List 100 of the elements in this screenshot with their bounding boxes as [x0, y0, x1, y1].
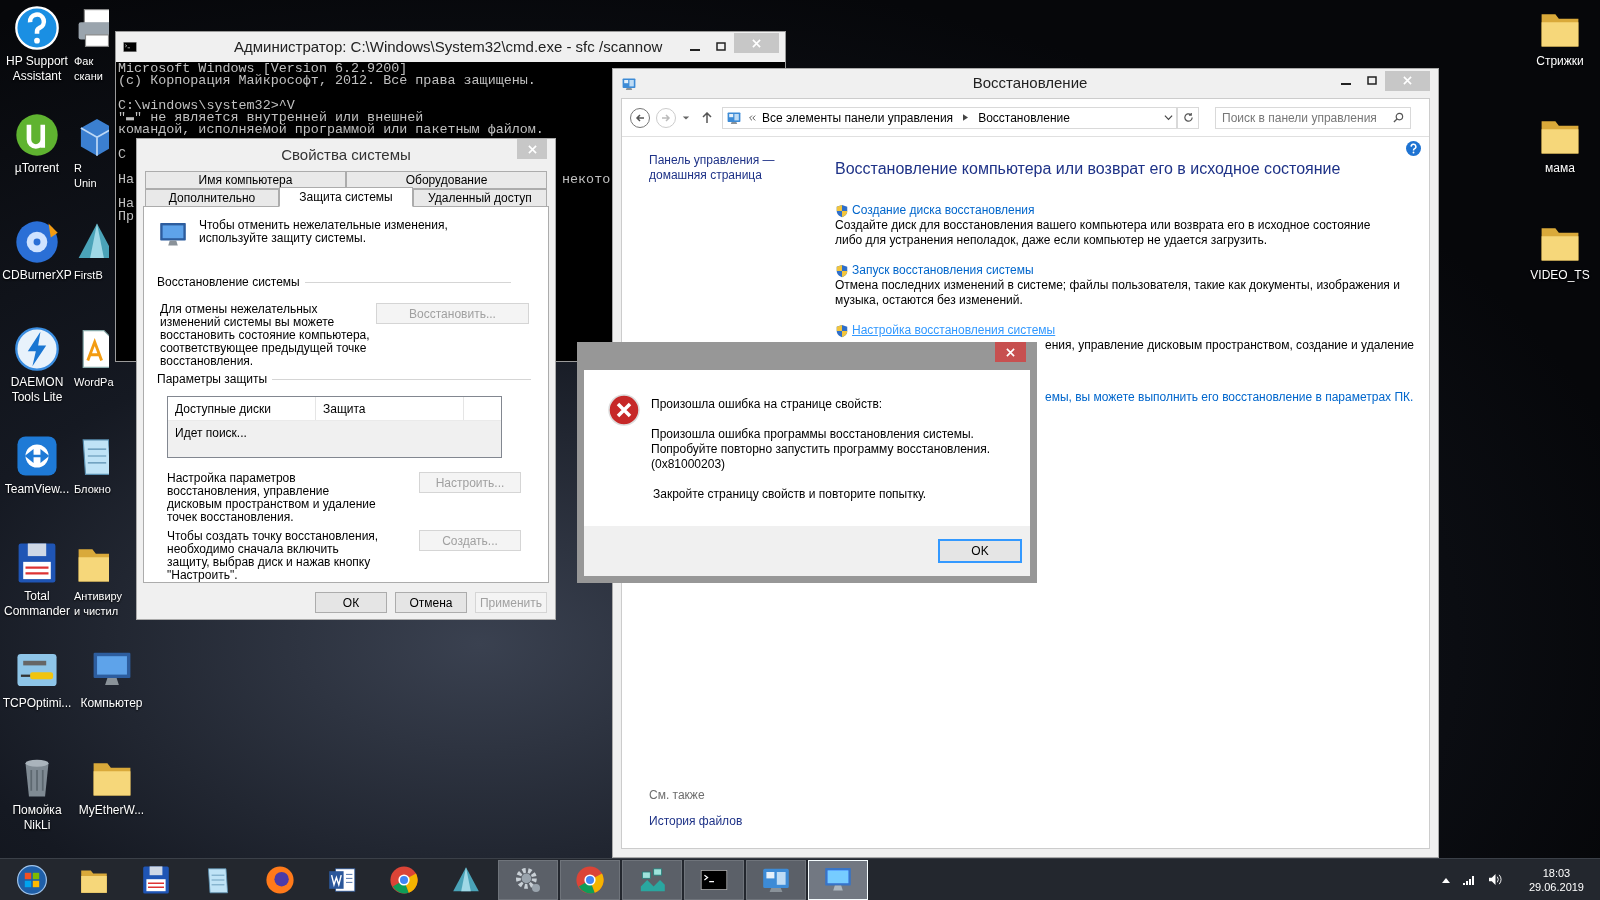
- double-chevron-icon: [748, 113, 756, 122]
- page-heading: Восстановление компьютера или возврат его в исходное состояние: [835, 159, 1342, 179]
- desktop-shortcut[interactable]: TeamView...: [0, 433, 74, 497]
- tab[interactable]: Дополнительно: [145, 189, 279, 207]
- remote-arrows-icon: [14, 433, 60, 479]
- group-title: Восстановление системы: [157, 274, 300, 291]
- browser-icon: [574, 863, 606, 896]
- breadcrumb-arrow-icon: [963, 114, 969, 121]
- control-panel-icon: [621, 75, 637, 92]
- desktop-shortcut[interactable]: µTorrent: [0, 112, 74, 176]
- close-icon: [752, 38, 761, 48]
- console-line: С: [118, 147, 127, 163]
- close-icon: [527, 144, 537, 154]
- desktop-shortcut[interactable]: Фак скани: [74, 5, 109, 84]
- task-link[interactable]: Запуск восстановления системы: [852, 263, 1034, 278]
- intro-text: Чтобы отменить нежелательные изменения, используйте защиту системы.: [199, 219, 449, 245]
- desktop-shortcut[interactable]: MyEtherW...: [74, 754, 149, 818]
- window-title: Свойства системы: [281, 144, 411, 165]
- search-field[interactable]: Поиск в панели управления: [1215, 106, 1411, 129]
- sidebar-link[interactable]: Панель управления — домашняя страница: [649, 153, 784, 183]
- console-line: некото: [562, 173, 611, 186]
- tab[interactable]: Защита системы: [279, 187, 413, 207]
- tab[interactable]: Оборудование: [346, 171, 547, 189]
- shield-icon: [835, 263, 849, 278]
- browser-icon: [388, 863, 420, 896]
- column-header[interactable]: Доступные диски: [168, 397, 316, 420]
- desktop-shortcut[interactable]: Total Commander: [0, 540, 74, 619]
- help-link[interactable]: емы, вы можете выполнить его восстановление в параметрах ПК.: [1045, 390, 1415, 405]
- dialog-button[interactable]: ОК: [315, 592, 387, 613]
- dropdown-caret-icon[interactable]: [682, 113, 690, 122]
- taskbar-button[interactable]: [746, 859, 806, 900]
- task-description: Создайте диск для восстановления вашего компьютера или возврата его в исходное состояние либо для устранения неполадок, даже если компьютер не удается загрузить.: [835, 218, 1372, 248]
- status-text: Идет поиск...: [174, 425, 248, 442]
- see-also-link[interactable]: История файлов: [649, 812, 835, 830]
- desktop-shortcut[interactable]: VIDEO_TS: [1520, 219, 1600, 283]
- close-icon: [1403, 76, 1412, 85]
- task-description: ения, управление дисковым пространством, создание и удаление: [1045, 338, 1415, 353]
- maximize-icon: [716, 42, 726, 52]
- desktop-shortcut[interactable]: FirstB: [74, 219, 109, 283]
- group-text: Для отмены нежелательных изменений системы вы можете восстановить состояние компьютера, соответствующее предыдущей точке восстановления.: [160, 303, 370, 368]
- desktop-shortcut[interactable]: CDBurnerXP: [0, 219, 74, 283]
- window-title: Администратор: C:\Windows\System32\cmd.exe - sfc /scannow: [234, 36, 663, 57]
- taskbar-button[interactable]: [808, 859, 868, 900]
- help-icon[interactable]: [1406, 141, 1421, 156]
- desktop-shortcut[interactable]: WordPa: [74, 326, 114, 390]
- dropdown-chevron-icon[interactable]: [1164, 113, 1173, 122]
- desktop-shortcut[interactable]: R Unin: [74, 112, 109, 191]
- shield-icon: [835, 203, 849, 218]
- up-arrow-icon[interactable]: [702, 111, 712, 124]
- close-button[interactable]: [995, 342, 1026, 362]
- shield-icon: [835, 323, 849, 338]
- taskbar-button[interactable]: [498, 859, 558, 900]
- column-header[interactable]: Защита: [316, 397, 464, 420]
- desktop-shortcut[interactable]: мама: [1520, 112, 1600, 176]
- browser-icon: [264, 863, 296, 896]
- minimize-icon: [690, 49, 700, 51]
- desktop-shortcut[interactable]: Помойка NikLi: [0, 754, 74, 833]
- desktop-shortcut[interactable]: HP Support Assistant: [0, 5, 74, 84]
- back-arrow-icon: [635, 112, 645, 123]
- desktop-shortcut[interactable]: Компьютер: [74, 647, 149, 711]
- breadcrumb[interactable]: Все элементы панели управления: [762, 108, 954, 127]
- desktop-shortcut[interactable]: DAEMON Tools Lite: [0, 326, 74, 405]
- control-panel-icon: [726, 109, 742, 126]
- minimize-icon: [1341, 82, 1351, 85]
- search-icon: [1393, 112, 1404, 123]
- window-title: Восстановление: [972, 73, 1088, 94]
- task-link[interactable]: Создание диска восстановления: [852, 203, 1035, 218]
- search-input[interactable]: Поиск в панели управления: [1222, 108, 1393, 127]
- console-line: командой, исполняемой программой или пакетным файлом.: [118, 122, 544, 138]
- dialog-button[interactable]: Отмена: [395, 592, 467, 613]
- console-line: C:\windows\system32>^V: [118, 97, 295, 113]
- taskbar-button[interactable]: [622, 859, 682, 900]
- console-line: На: [118, 171, 135, 187]
- task-description: Отмена последних изменений в системе; файлы пользователя, такие как документы, изображения и музыка, остаются без изменений.: [835, 278, 1400, 308]
- error-message: Произошла ошибка программы восстановления системы. Попробуйте повторно запустить программу восстановления. (0x81000203): [651, 427, 990, 472]
- tab[interactable]: Имя компьютера: [145, 171, 346, 189]
- ok-button[interactable]: OK: [938, 539, 1022, 563]
- desktop-shortcut[interactable]: Блокно: [74, 433, 111, 497]
- tab[interactable]: Удаленный доступ: [413, 189, 547, 207]
- disc-icon: [14, 219, 60, 265]
- taskbar-button[interactable]: [560, 859, 620, 900]
- error-hint: Закройте страницу свойств и повторите попытку.: [653, 487, 928, 502]
- desktop-shortcut[interactable]: Стрижки: [1520, 5, 1600, 69]
- breadcrumb[interactable]: Восстановление: [978, 108, 1070, 127]
- desktop-shortcut[interactable]: TCPOptimi...: [0, 647, 74, 711]
- maximize-icon: [1367, 75, 1377, 86]
- desktop-shortcut[interactable]: Антивиру и чистил: [74, 540, 123, 619]
- tray-expand-icon[interactable]: [1441, 876, 1450, 883]
- start-icon: [16, 863, 48, 896]
- address-bar[interactable]: Все элементы панели управления Восстановление: [722, 106, 1177, 129]
- taskbar-button[interactable]: [684, 859, 744, 900]
- console-icon: [122, 39, 138, 55]
- clock[interactable]: 18:03 29.06.2019: [1528, 865, 1584, 894]
- error-heading: Произошла ошибка на странице свойств:: [651, 397, 884, 412]
- mu-symbol-icon: [14, 112, 60, 158]
- refresh-button[interactable]: [1177, 106, 1199, 129]
- signal-icon[interactable]: [1461, 874, 1476, 885]
- speaker-icon[interactable]: [1487, 873, 1503, 886]
- group-title: Параметры защиты: [157, 371, 268, 388]
- see-also-label: См. также: [649, 787, 706, 804]
